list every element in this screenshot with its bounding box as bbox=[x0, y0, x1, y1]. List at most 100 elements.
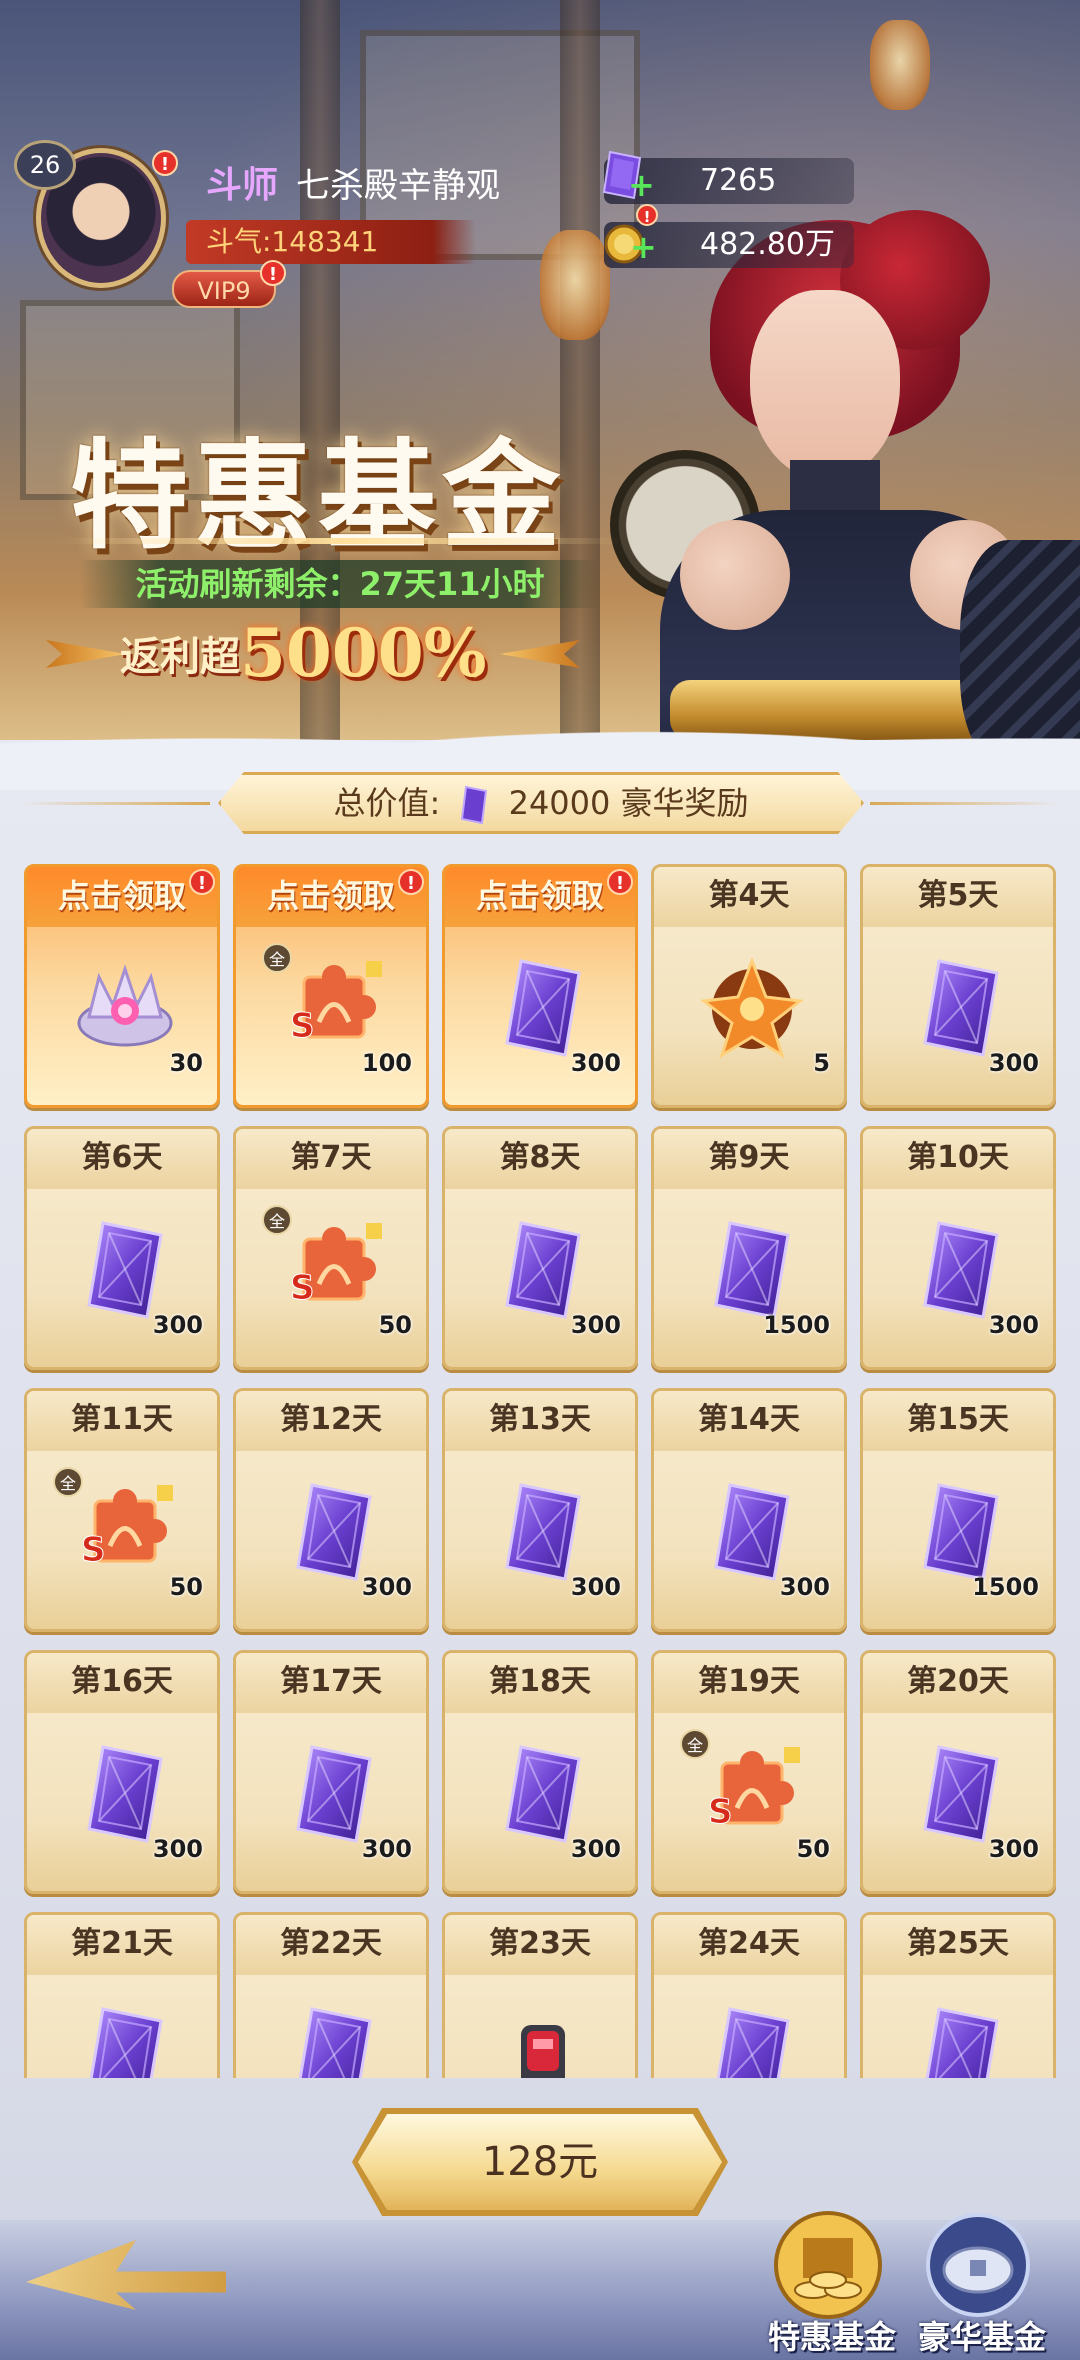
reward-card[interactable]: 第11天 S 全 50 bbox=[24, 1388, 220, 1632]
rebate-label: 返利超5000% bbox=[120, 614, 486, 704]
add-gold-icon[interactable]: + bbox=[630, 228, 657, 266]
reward-quantity: 1500 bbox=[972, 1573, 1039, 1601]
refresh-countdown: 活动刷新剩余：27天11小时 bbox=[80, 560, 600, 608]
reward-quantity: 300 bbox=[988, 1311, 1039, 1339]
reward-day-label: 第11天 bbox=[27, 1391, 217, 1451]
claim-alert-badge: ! bbox=[189, 869, 215, 895]
reward-day-label: 第18天 bbox=[445, 1653, 635, 1713]
lantern bbox=[540, 230, 610, 340]
reward-quantity: 300 bbox=[361, 1573, 412, 1601]
svg-text:S: S bbox=[290, 1268, 315, 1308]
event-title: 特惠基金 bbox=[70, 426, 567, 565]
tab-special-fund[interactable]: 特惠基金 bbox=[768, 2210, 897, 2360]
avatar-alert-badge: ! bbox=[152, 150, 178, 176]
coin-stack-icon bbox=[774, 2211, 882, 2319]
reward-quantity: 50 bbox=[378, 1311, 412, 1339]
buy-button[interactable]: 128元 bbox=[358, 2114, 722, 2210]
reward-day-label: 第20天 bbox=[863, 1653, 1053, 1713]
reward-day-label: 第12天 bbox=[236, 1391, 426, 1451]
reward-card[interactable]: 第15天 1500 bbox=[860, 1388, 1056, 1632]
heroine-face bbox=[750, 290, 900, 480]
reward-grid-scroll[interactable]: 点击领取 30! 点击领取 S 全 100! 点击领取 300! 第4天 5 第5天 300 第6天 30… bbox=[14, 850, 1066, 2078]
player-name: 七杀殿辛静观 bbox=[296, 166, 500, 206]
reward-card[interactable]: 第4天 5 bbox=[651, 864, 847, 1108]
gem-icon bbox=[274, 1995, 394, 2078]
gauntlet-icon bbox=[483, 1995, 603, 2078]
rebate-prefix: 返利超 bbox=[120, 633, 240, 680]
reward-quantity: 5 bbox=[813, 1049, 830, 1077]
reward-quantity: 50 bbox=[796, 1835, 830, 1863]
reward-card-claimable[interactable]: 点击领取 S 全 100! bbox=[233, 864, 429, 1108]
reward-day-label: 第24天 bbox=[654, 1915, 844, 1975]
reward-card-claimable[interactable]: 点击领取 300! bbox=[442, 864, 638, 1108]
item-tag: 全 bbox=[680, 1729, 710, 1759]
reward-quantity: 300 bbox=[152, 1835, 203, 1863]
player-power: 斗气:148341 bbox=[186, 220, 476, 264]
reward-card[interactable]: 第17天 300 bbox=[233, 1650, 429, 1894]
reward-card-claimable[interactable]: 点击领取 30! bbox=[24, 864, 220, 1108]
reward-day-label: 第4天 bbox=[654, 867, 844, 927]
item-tag: 全 bbox=[262, 943, 292, 973]
claim-alert-badge: ! bbox=[607, 869, 633, 895]
reward-card[interactable]: 第7天 S 全 50 bbox=[233, 1126, 429, 1370]
reward-day-label: 第23天 bbox=[445, 1915, 635, 1975]
reward-day-label: 第13天 bbox=[445, 1391, 635, 1451]
reward-card[interactable]: 第10天 300 bbox=[860, 1126, 1056, 1370]
reward-card[interactable]: 第19天 S 全 50 bbox=[651, 1650, 847, 1894]
vip-alert-badge: ! bbox=[260, 260, 286, 286]
reward-card[interactable]: 第16天 300 bbox=[24, 1650, 220, 1894]
reward-card[interactable]: 第12天 300 bbox=[233, 1388, 429, 1632]
reward-day-label: 第19天 bbox=[654, 1653, 844, 1713]
reward-day-label: 第7天 bbox=[236, 1129, 426, 1189]
reward-card[interactable]: 第8天 300 bbox=[442, 1126, 638, 1370]
puzzle-icon: S bbox=[274, 1209, 394, 1329]
reward-day-label: 第10天 bbox=[863, 1129, 1053, 1189]
crown-icon bbox=[65, 947, 185, 1067]
svg-text:S: S bbox=[290, 1006, 315, 1046]
reward-card[interactable]: 第9天 1500 bbox=[651, 1126, 847, 1370]
reward-quantity: 300 bbox=[570, 1049, 621, 1077]
svg-text:S: S bbox=[81, 1530, 106, 1570]
reward-day-label: 第21天 bbox=[27, 1915, 217, 1975]
reward-card[interactable]: 第24天 bbox=[651, 1912, 847, 2078]
reward-quantity: 1500 bbox=[763, 1311, 830, 1339]
reward-day-label: 第14天 bbox=[654, 1391, 844, 1451]
reward-card[interactable]: 第22天 bbox=[233, 1912, 429, 2078]
reward-quantity: 300 bbox=[988, 1835, 1039, 1863]
reward-card[interactable]: 第6天 300 bbox=[24, 1126, 220, 1370]
claim-button-label: 点击领取 bbox=[27, 867, 217, 927]
reward-day-label: 第15天 bbox=[863, 1391, 1053, 1451]
reward-day-label: 第6天 bbox=[27, 1129, 217, 1189]
reward-quantity: 300 bbox=[570, 1573, 621, 1601]
total-value: 24000 豪华奖励 bbox=[508, 784, 749, 822]
reward-quantity: 300 bbox=[988, 1049, 1039, 1077]
reward-day-label: 第8天 bbox=[445, 1129, 635, 1189]
reward-card[interactable]: 第13天 300 bbox=[442, 1388, 638, 1632]
reward-quantity: 300 bbox=[152, 1311, 203, 1339]
reward-quantity: 300 bbox=[570, 1311, 621, 1339]
tab-special-fund-label: 特惠基金 bbox=[768, 2318, 897, 2356]
reward-day-label: 第22天 bbox=[236, 1915, 426, 1975]
purple-gem-icon bbox=[461, 785, 488, 825]
reward-card[interactable]: 第25天 bbox=[860, 1912, 1056, 2078]
gem-count: 7265 bbox=[700, 163, 777, 198]
reward-card[interactable]: 第14天 300 bbox=[651, 1388, 847, 1632]
puzzle-icon: S bbox=[692, 1733, 812, 1853]
tab-luxury-fund[interactable]: 豪华基金 bbox=[918, 2210, 1047, 2360]
add-gems-icon[interactable]: + bbox=[628, 166, 655, 204]
rebate-value: 5000% bbox=[240, 614, 487, 692]
reward-card[interactable]: 第23天 bbox=[442, 1912, 638, 2078]
player-rank: 斗师 bbox=[206, 165, 279, 206]
reward-day-label: 第16天 bbox=[27, 1653, 217, 1713]
reward-card[interactable]: 第20天 300 bbox=[860, 1650, 1056, 1894]
heroine-shoulder bbox=[680, 520, 790, 630]
reward-card[interactable]: 第5天 300 bbox=[860, 864, 1056, 1108]
reward-card[interactable]: 第21天 bbox=[24, 1912, 220, 2078]
emblem-icon bbox=[692, 947, 812, 1067]
reward-day-label: 第17天 bbox=[236, 1653, 426, 1713]
item-tag: 全 bbox=[53, 1467, 83, 1497]
decorative-line bbox=[870, 802, 1060, 805]
reward-card[interactable]: 第18天 300 bbox=[442, 1650, 638, 1894]
gold-count: 482.80万 bbox=[700, 227, 835, 262]
tab-luxury-fund-label: 豪华基金 bbox=[918, 2318, 1047, 2356]
